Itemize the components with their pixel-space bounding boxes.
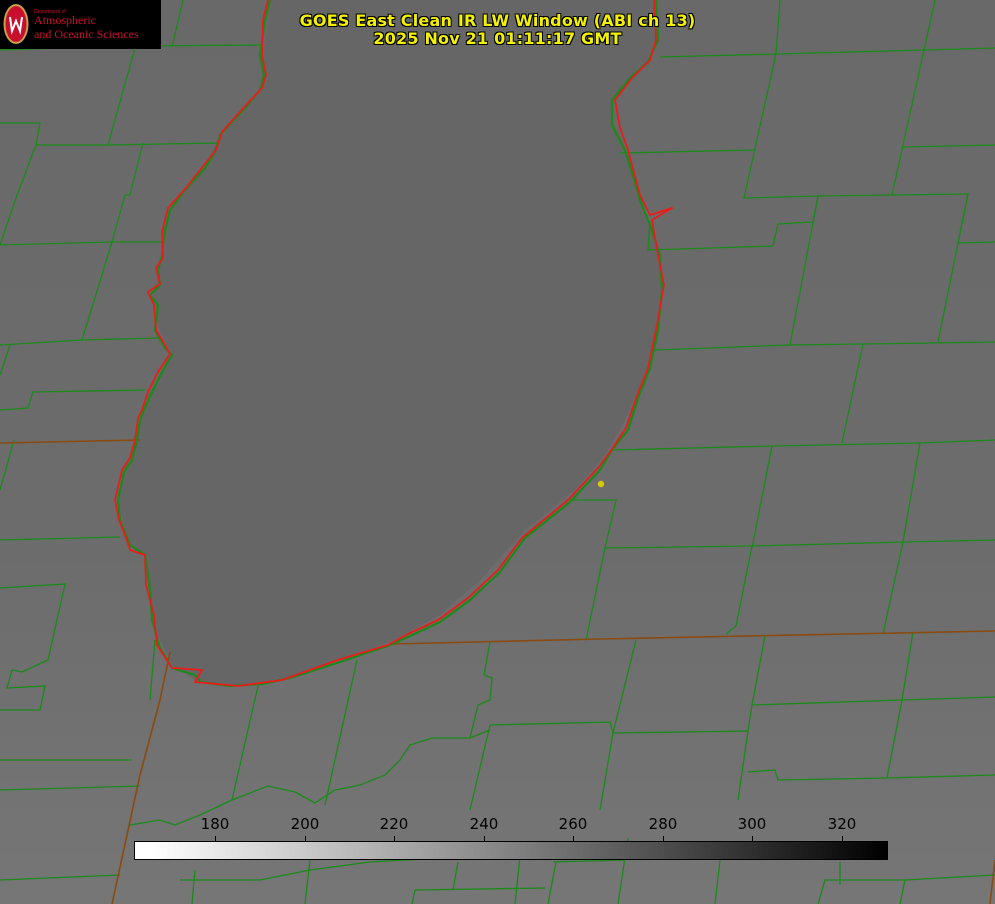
logo-line1: Atmospheric [34,13,96,27]
station-dot-icon [597,480,605,488]
satellite-map [0,0,995,904]
colorbar-tick-label: 240 [469,815,499,833]
temperature-colorbar [134,841,888,860]
colorbar-tick-mark [484,836,485,841]
colorbar-tick-label: 200 [290,815,320,833]
colorbar-tick-label: 320 [827,815,857,833]
colorbar-tick-mark [842,836,843,841]
colorbar-tick-label: 300 [737,815,767,833]
colorbar-tick-mark [752,836,753,841]
colorbar-tick-label: 180 [200,815,230,833]
colorbar-tick-label: 220 [379,815,409,833]
logo-line2: and Oceanic Sciences [34,27,139,41]
colorbar-tick-mark [305,836,306,841]
colorbar-tick-mark [573,836,574,841]
colorbar-tick-mark [215,836,216,841]
colorbar-tick-label: 260 [558,815,588,833]
colorbar-tick-mark [663,836,664,841]
colorbar-tick-label: 280 [648,815,678,833]
uw-seal-icon [3,4,29,44]
aos-logo[interactable]: Department of Atmospheric and Oceanic Sc… [0,0,161,49]
colorbar-tick-mark [394,836,395,841]
